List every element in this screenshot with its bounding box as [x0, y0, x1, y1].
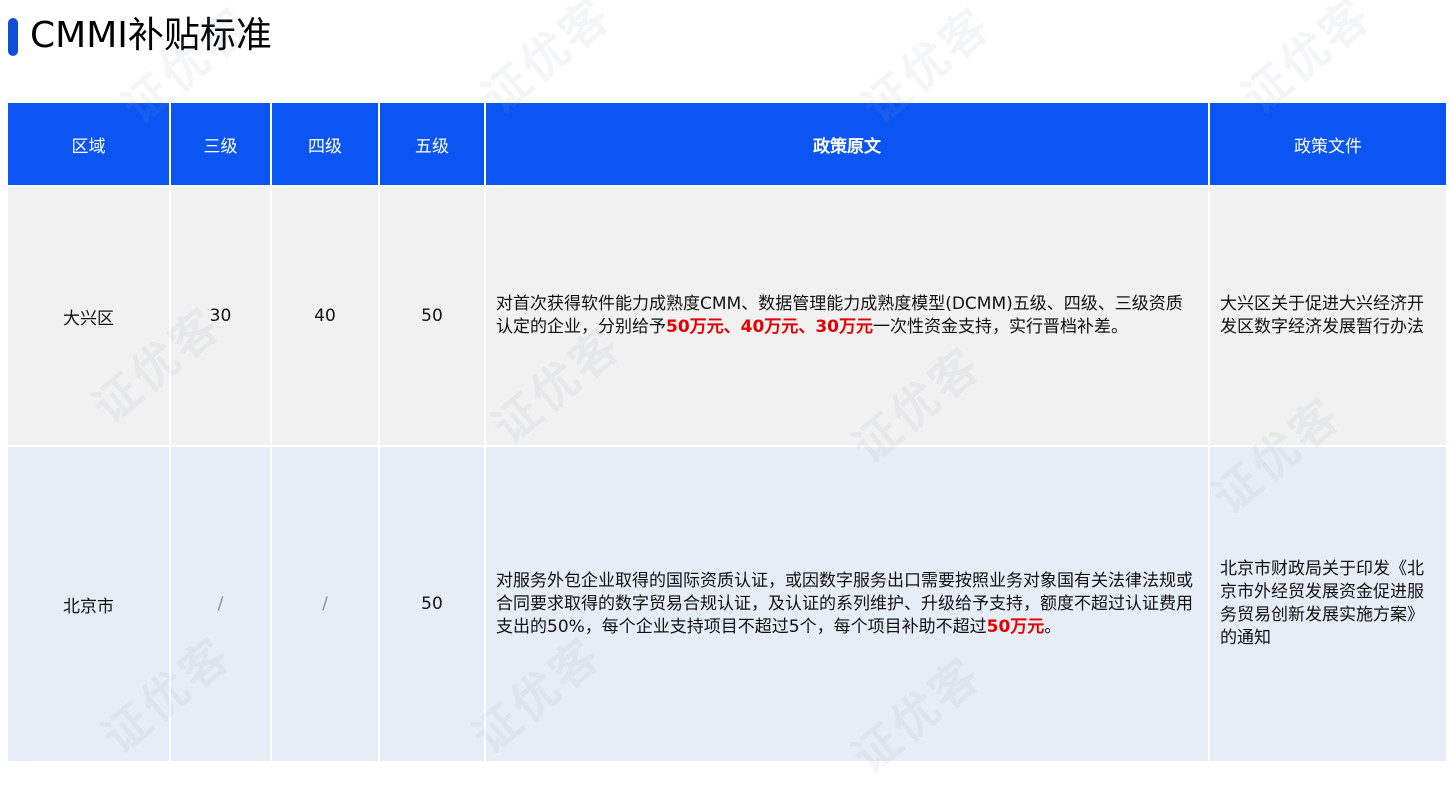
title-accent-bar — [8, 18, 18, 56]
table-row: 大兴区 30 40 50 对首次获得软件能力成熟度CMM、数据管理能力成熟度模型… — [8, 185, 1446, 446]
cell-policy-file: 大兴区关于促进大兴经济开发区数字经济发展暂行办法 — [1208, 185, 1446, 446]
policy-text-pre: 对服务外包企业取得的国际资质认证，或因数字服务出口需要按照业务对象国有关法律法规… — [496, 570, 1193, 637]
cell-level4: / — [270, 445, 379, 761]
cell-level4: 40 — [270, 185, 379, 446]
header-policy-text: 政策原文 — [484, 103, 1209, 186]
table-header-row: 区域 三级 四级 五级 政策原文 政策文件 — [8, 103, 1446, 186]
header-level5: 五级 — [378, 103, 485, 186]
policy-amount-highlight: 50万元、40万元、30万元 — [666, 317, 873, 337]
cell-region: 北京市 — [8, 445, 170, 761]
header-policy-file: 政策文件 — [1208, 103, 1446, 186]
header-region: 区域 — [8, 103, 170, 186]
cell-level5: 50 — [378, 185, 485, 446]
policy-text-post: 。 — [1044, 616, 1062, 637]
cell-region: 大兴区 — [8, 185, 170, 446]
table-row: 北京市 / / 50 对服务外包企业取得的国际资质认证，或因数字服务出口需要按照… — [8, 445, 1446, 761]
cell-level3: 30 — [169, 185, 271, 446]
cell-level5: 50 — [378, 445, 485, 761]
cell-policy-file: 北京市财政局关于印发《北京市外经贸发展资金促进服务贸易创新发展实施方案》的通知 — [1208, 445, 1446, 761]
cell-policy-text: 对首次获得软件能力成熟度CMM、数据管理能力成熟度模型(DCMM)五级、四级、三… — [484, 185, 1209, 446]
cell-policy-text: 对服务外包企业取得的国际资质认证，或因数字服务出口需要按照业务对象国有关法律法规… — [484, 445, 1209, 761]
policy-amount-highlight: 50万元 — [986, 616, 1045, 637]
cell-level3: / — [169, 445, 271, 761]
page-title: CMMI补贴标准 — [30, 15, 272, 56]
header-level4: 四级 — [270, 103, 379, 186]
policy-text-post: 一次性资金支持，实行晋档补差。 — [872, 317, 1128, 337]
subsidy-table: 区域 三级 四级 五级 政策原文 政策文件 大兴区 30 40 50 对首次获得… — [8, 103, 1446, 761]
header-level3: 三级 — [169, 103, 271, 186]
